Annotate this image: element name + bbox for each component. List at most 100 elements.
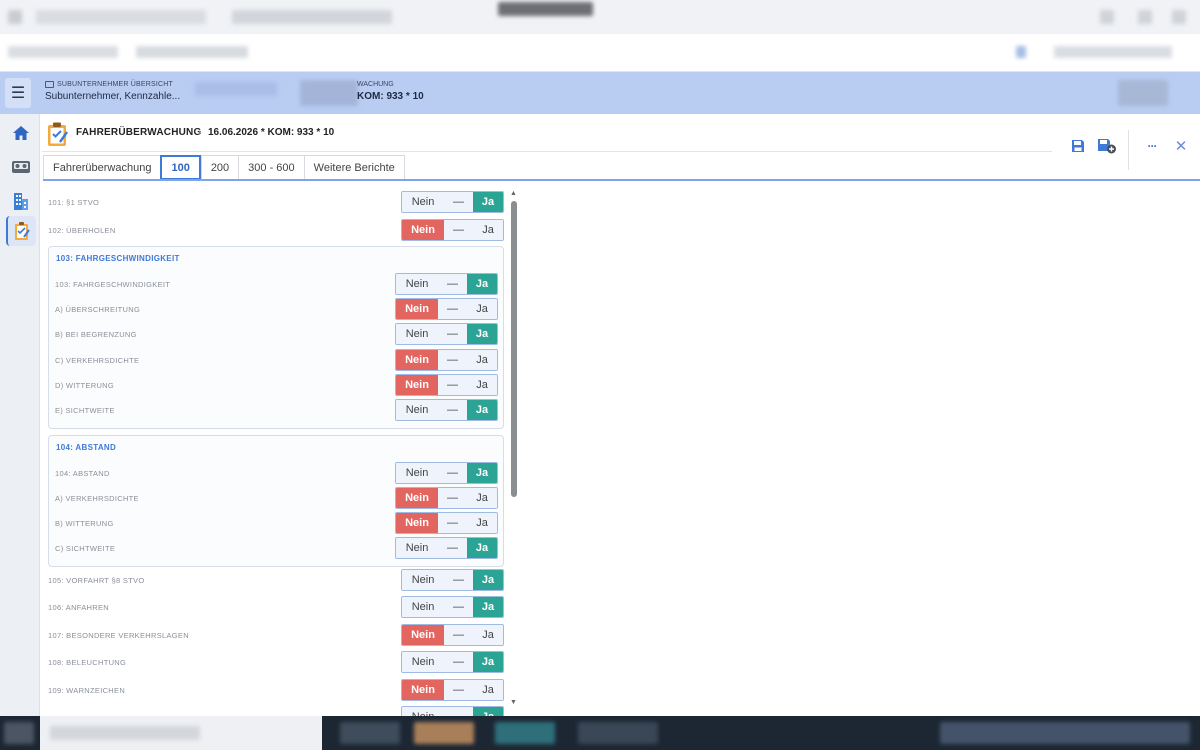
toolbar-divider xyxy=(1128,130,1129,170)
option-dash[interactable]: — xyxy=(438,462,467,483)
option-ja[interactable]: Ja xyxy=(467,538,497,559)
row-label: 106: ANFAHREN xyxy=(48,603,110,613)
option-dash[interactable]: — xyxy=(438,538,467,559)
option-ja[interactable]: Ja xyxy=(467,274,497,294)
scroll-down-arrow[interactable]: ▼ xyxy=(510,699,517,706)
option-ja[interactable]: Ja xyxy=(473,219,503,240)
tab-2[interactable]: 200 xyxy=(200,155,239,180)
option-nein[interactable]: Nein xyxy=(396,374,438,395)
row-label: 109: WARNZEICHEN xyxy=(48,685,126,695)
checklist-row: 109: WARNZEICHEN Nein — Ja xyxy=(42,678,504,701)
option-dash[interactable]: — xyxy=(444,570,473,590)
option-ja[interactable]: Ja xyxy=(473,624,503,645)
option-dash[interactable]: — xyxy=(444,707,473,716)
option-nein[interactable]: Nein xyxy=(402,597,444,618)
scrollbar-thumb[interactable] xyxy=(511,201,517,497)
option-nein[interactable]: Nein xyxy=(402,570,444,590)
option-ja[interactable]: Ja xyxy=(467,374,497,395)
option-ja[interactable]: Ja xyxy=(467,299,497,320)
option-dash[interactable]: — xyxy=(438,513,467,534)
list-icon xyxy=(45,81,54,88)
browser-address-bar xyxy=(0,34,1200,72)
option-ja[interactable]: Ja xyxy=(473,652,503,673)
option-dash[interactable]: — xyxy=(438,274,467,294)
option-nein[interactable]: Nein xyxy=(402,679,444,700)
nein-ja-toggle: Nein—Ja xyxy=(401,651,504,674)
option-dash[interactable]: — xyxy=(444,192,473,212)
option-dash[interactable]: — xyxy=(438,374,467,395)
option-ja[interactable]: Ja xyxy=(467,324,497,345)
side-rail xyxy=(0,114,40,716)
option-ja[interactable]: Ja xyxy=(467,513,497,534)
rail-company-button[interactable] xyxy=(6,186,36,216)
option-ja[interactable]: Ja xyxy=(473,192,503,212)
option-nein[interactable]: Nein xyxy=(396,274,438,294)
option-dash[interactable]: — xyxy=(438,299,467,320)
option-nein[interactable]: Nein xyxy=(402,652,444,673)
browser-tab-strip xyxy=(0,0,1200,34)
close-button[interactable]: ✕ xyxy=(1171,137,1191,155)
option-nein[interactable]: Nein xyxy=(402,624,444,645)
option-dash[interactable]: — xyxy=(444,624,473,645)
option-ja[interactable]: Ja xyxy=(473,707,503,716)
checklist-icon xyxy=(48,122,68,146)
option-nein[interactable]: Nein xyxy=(396,324,438,345)
option-dash[interactable]: — xyxy=(444,597,473,618)
rail-home-button[interactable] xyxy=(6,118,36,148)
rail-checklist-button[interactable] xyxy=(6,216,36,246)
tab-0[interactable]: Fahrerüberwachung xyxy=(43,155,161,180)
nein-ja-toggle: Nein—Ja xyxy=(401,623,504,646)
nein-ja-toggle: Nein—Ja xyxy=(395,461,498,484)
option-nein[interactable]: Nein xyxy=(402,219,444,240)
more-icon: ··· xyxy=(1147,139,1158,153)
option-nein[interactable]: Nein xyxy=(396,513,438,534)
checklist-row: 105: VORFAHRT §8 STVO Nein — Ja xyxy=(42,569,504,591)
row-label: 105: VORFAHRT §8 STVO xyxy=(48,576,145,585)
checklist-row: B) BEI BEGRENZUNG Nein — Ja xyxy=(49,323,501,346)
option-dash[interactable]: — xyxy=(438,349,467,370)
option-nein[interactable]: Nein xyxy=(396,462,438,483)
option-dash[interactable]: — xyxy=(438,324,467,345)
option-nein[interactable]: Nein xyxy=(396,299,438,320)
option-nein[interactable]: Nein xyxy=(396,400,438,420)
tab-underline xyxy=(43,179,1200,181)
save-button[interactable] xyxy=(1068,137,1088,155)
option-dash[interactable]: — xyxy=(438,400,467,420)
breadcrumb-link[interactable]: Subunternehmer, Kennzahle... xyxy=(45,91,180,102)
row-label: 104: ABSTAND xyxy=(55,468,110,478)
option-ja[interactable]: Ja xyxy=(467,349,497,370)
option-dash[interactable]: — xyxy=(438,487,467,508)
save-and-new-button[interactable] xyxy=(1097,137,1117,155)
option-ja[interactable]: Ja xyxy=(467,462,497,483)
option-nein[interactable]: Nein xyxy=(402,192,444,212)
option-nein[interactable]: Nein xyxy=(402,707,444,716)
checklist-icon xyxy=(15,222,30,240)
option-dash[interactable]: — xyxy=(444,219,473,240)
tab-3[interactable]: 300 - 600 xyxy=(238,155,304,180)
hamburger-menu-button[interactable]: ☰ xyxy=(5,78,31,108)
option-dash[interactable]: — xyxy=(444,679,473,700)
group-title: 104: ABSTAND xyxy=(56,442,117,452)
option-nein[interactable]: Nein xyxy=(396,538,438,559)
tab-4[interactable]: Weitere Berichte xyxy=(303,155,405,180)
checklist-row: A) VERKEHRSDICHTE Nein — Ja xyxy=(49,486,501,509)
context-link[interactable]: KOM: 933 * 10 xyxy=(357,91,424,102)
nein-ja-toggle: Nein—Ja xyxy=(395,373,498,396)
rail-media-button[interactable] xyxy=(6,152,36,182)
option-ja[interactable]: Ja xyxy=(467,400,497,420)
option-nein[interactable]: Nein xyxy=(396,487,438,508)
option-dash[interactable]: — xyxy=(444,652,473,673)
option-ja[interactable]: Ja xyxy=(473,679,503,700)
option-ja[interactable]: Ja xyxy=(467,487,497,508)
nein-ja-toggle: Nein—Ja xyxy=(401,706,504,716)
scroll-up-arrow[interactable]: ▲ xyxy=(510,190,517,197)
more-button[interactable]: ··· xyxy=(1142,137,1162,155)
option-ja[interactable]: Ja xyxy=(473,597,503,618)
option-ja[interactable]: Ja xyxy=(473,570,503,590)
checklist-row: 106: ANFAHREN Nein — Ja xyxy=(42,596,504,619)
option-nein[interactable]: Nein xyxy=(396,349,438,370)
checklist-row: C) VERKEHRSDICHTE Nein — Ja xyxy=(49,348,501,371)
tab-1[interactable]: 100 xyxy=(160,155,201,180)
checklist-row: 104: ABSTAND Nein — Ja xyxy=(49,461,501,484)
row-label: A) ÜBERSCHREITUNG xyxy=(55,305,141,315)
